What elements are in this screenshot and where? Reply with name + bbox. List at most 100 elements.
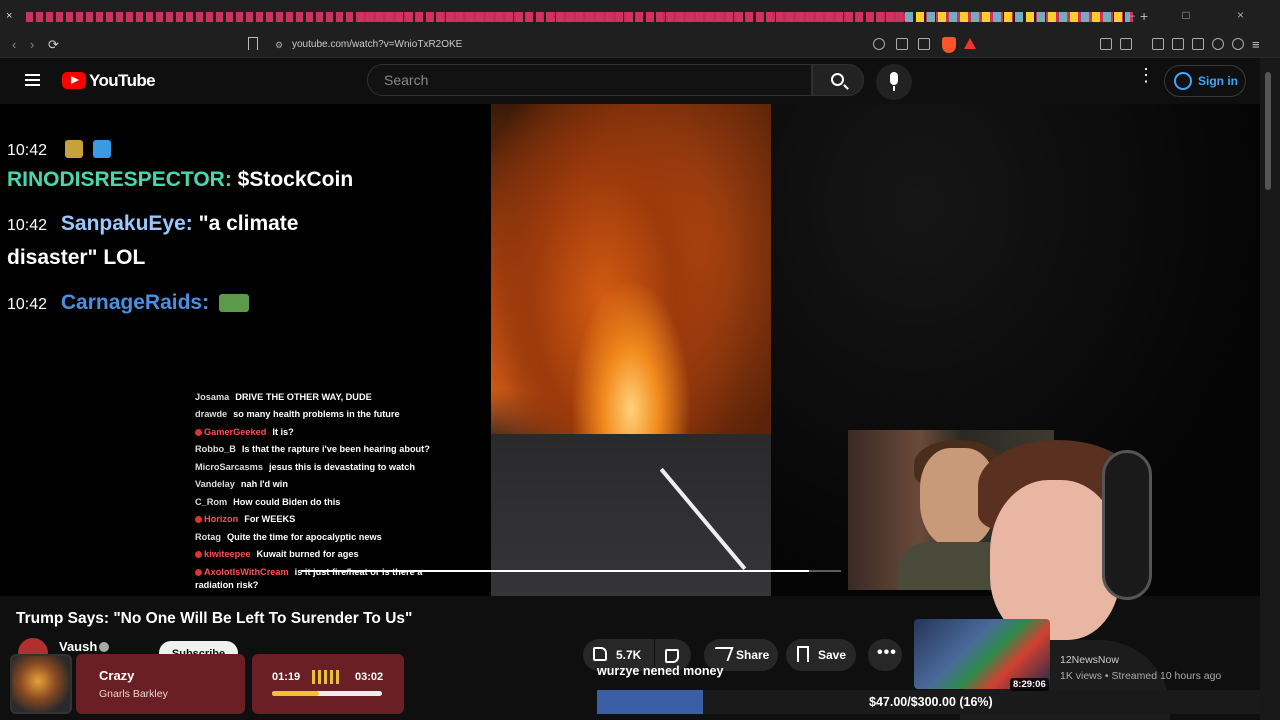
settings-more-icon[interactable]: ⋮: [1137, 66, 1155, 84]
album-art: [10, 654, 72, 714]
youtube-logo-icon[interactable]: [62, 72, 86, 89]
overlay-chat-line: Robbo_B Is that the rapture i've been hea…: [195, 444, 430, 454]
overlay-chat-line: MicroSarcasms jesus this is devastating t…: [195, 462, 415, 472]
search-button[interactable]: [812, 64, 864, 96]
recommended-video-duration: 8:29:06: [1010, 678, 1049, 691]
search-icon: [831, 73, 844, 86]
browser-toolbar: ‹ › ⟳ ⚙ youtube.com/watch?v=WnioTxR2OKE …: [0, 34, 1280, 58]
overlay-chat-line: kiwiteepee Kuwait burned for ages: [195, 549, 359, 559]
save-button[interactable]: Save: [786, 639, 856, 671]
chat-timestamp: 10:42: [7, 296, 48, 313]
chat-message: $StockCoin: [237, 168, 354, 191]
overlay-chat-line: GamerGeeked It is?: [195, 427, 294, 437]
overlay-chat-line: Rotag Quite the time for apocalyptic news: [195, 532, 382, 542]
recommended-channel-name[interactable]: 12NewsNow: [1060, 654, 1119, 666]
video-title: Trump Says: "No One Will Be Left To Sure…: [16, 610, 413, 627]
reload-icon[interactable]: ⟳: [48, 37, 59, 53]
thumbs-up-icon: [593, 647, 607, 661]
vpn-icon[interactable]: [1232, 38, 1244, 50]
equalizer-icon: [312, 670, 342, 684]
pinned-tabs-group[interactable]: [360, 12, 905, 22]
like-count: 5.7K: [616, 648, 642, 662]
bookmark-icon[interactable]: [248, 37, 258, 50]
donation-goal-text: $47.00/$300.00 (16%): [869, 695, 993, 709]
save-label: Save: [818, 648, 847, 662]
overlay-chat-line: radiation risk?: [195, 580, 259, 590]
page-scrollbar[interactable]: [1260, 58, 1280, 720]
youtube-logo-text[interactable]: YouTube: [89, 71, 156, 91]
address-bar[interactable]: youtube.com/watch?v=WnioTxR2OKE: [292, 39, 462, 50]
chat-timestamp: 10:42: [7, 142, 48, 159]
cast-icon[interactable]: [896, 38, 908, 50]
search-input[interactable]: [368, 65, 811, 95]
headphones: [1102, 450, 1152, 600]
wallet-icon[interactable]: [1192, 38, 1204, 50]
sidebar-icon[interactable]: [1172, 38, 1184, 50]
stream-chat-line: 10:42: [7, 137, 111, 161]
donation-goal-fill: [597, 690, 704, 714]
overlay-chat-line: Vandelay nah I'd win: [195, 479, 288, 489]
share-page-icon[interactable]: [918, 38, 930, 50]
chat-timestamp: 10:42: [7, 217, 48, 234]
video-progress-bar[interactable]: [301, 570, 841, 572]
song-elapsed: 01:19: [272, 671, 301, 683]
search-box: [367, 64, 812, 96]
more-icon: •••: [877, 644, 897, 661]
extension-icon[interactable]: [1120, 38, 1132, 50]
emote-icon: [64, 140, 83, 159]
bookmark-save-icon: [797, 646, 809, 662]
overlay-chat-line: Horizon For WEEKS: [195, 514, 295, 524]
thumbs-down-icon: [665, 649, 679, 663]
media-icon[interactable]: [1152, 38, 1164, 50]
site-info-icon[interactable]: ⚙: [275, 40, 283, 51]
pinned-tabs-group-2[interactable]: [905, 12, 1130, 22]
chat-message: disaster" LOL: [7, 246, 146, 269]
overlay-chat-line: AxolotlsWithCream is it just fire/heat or…: [195, 567, 422, 577]
browser-tab-strip: × + – □ ×: [0, 0, 1280, 34]
badge-icon: [195, 429, 202, 437]
scrollbar-thumb[interactable]: [1265, 72, 1271, 190]
sign-in-label: Sign in: [1198, 74, 1238, 88]
badge-icon: [195, 516, 202, 524]
leo-icon[interactable]: [1212, 38, 1224, 50]
hamburger-menu-icon[interactable]: [25, 74, 40, 86]
stream-chat-line: 10:42 SanpakuEye: "a climate: [7, 212, 298, 236]
brave-shields-icon[interactable]: [942, 37, 956, 53]
cube-emote-icon: [92, 140, 111, 159]
stream-chat-line: disaster" LOL: [7, 246, 145, 270]
video-progress-played: [301, 570, 809, 572]
voice-search-icon[interactable]: [876, 64, 912, 100]
recommended-video-meta: 1K views • Streamed 10 hours ago: [1060, 670, 1222, 682]
window-controls[interactable]: – □ ×: [1128, 8, 1266, 22]
overlay-chat-line: C_Rom How could Biden do this: [195, 497, 341, 507]
forward-icon[interactable]: ›: [30, 37, 34, 52]
zoom-icon[interactable]: [873, 38, 885, 50]
back-icon[interactable]: ‹: [12, 37, 16, 52]
badge-icon: [195, 551, 202, 559]
share-label: Share: [736, 648, 770, 662]
more-actions-button[interactable]: •••: [868, 639, 902, 671]
song-progress-bar: [272, 691, 382, 696]
verified-icon: [99, 642, 109, 652]
now-playing-time-card: [252, 654, 404, 714]
overlay-chat-line: Josama DRIVE THE OTHER WAY, DUDE: [195, 392, 372, 402]
chat-username: SanpakuEye:: [60, 212, 193, 235]
chat-username: RINODISRESPECTOR:: [7, 168, 232, 191]
brave-rewards-icon[interactable]: [964, 38, 976, 49]
browser-menu-icon[interactable]: ≡: [1252, 37, 1260, 52]
channel-name[interactable]: Vaush: [59, 639, 97, 654]
share-icon: [710, 647, 734, 661]
close-tab-icon[interactable]: ×: [6, 10, 12, 22]
stream-overlay-text: wurzye nened money: [597, 664, 724, 678]
badge-icon: [195, 569, 202, 577]
chat-message: "a climate: [198, 212, 299, 235]
overlay-chat-line: drawde so many health problems in the fut…: [195, 409, 400, 419]
stream-chat-line: RINODISRESPECTOR: $StockCoin: [7, 168, 353, 192]
song-progress-fill: [272, 691, 320, 696]
song-duration: 03:02: [355, 671, 384, 683]
extensions-icon[interactable]: [1100, 38, 1112, 50]
account-icon: [1174, 72, 1192, 90]
sign-in-button[interactable]: Sign in: [1164, 65, 1246, 97]
frog-emote-icon: [218, 294, 249, 313]
stream-chat-line: 10:42 CarnageRaids:: [7, 291, 249, 315]
